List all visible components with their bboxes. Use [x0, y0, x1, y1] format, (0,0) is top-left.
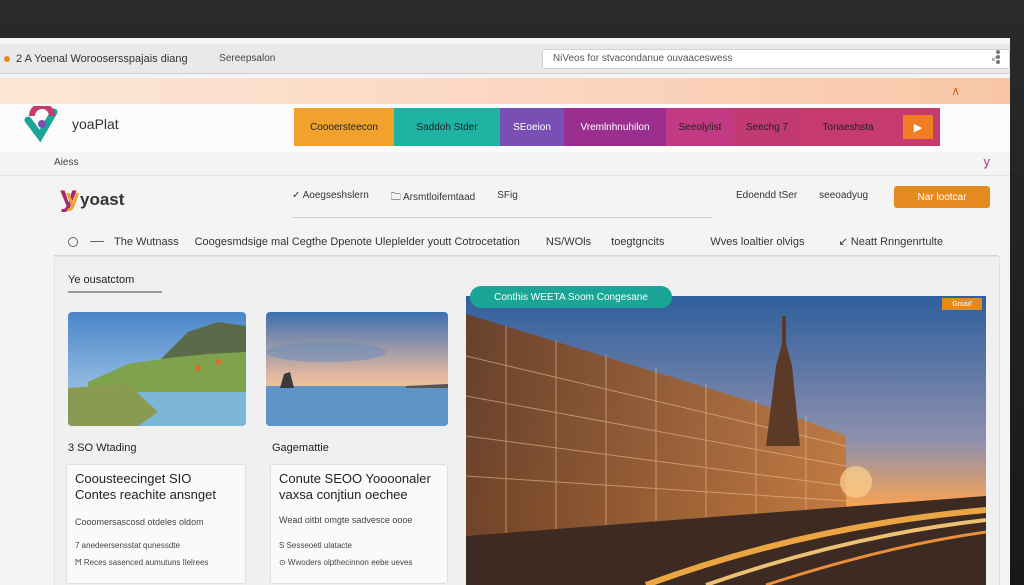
cta-button[interactable]: Nar lootcar: [894, 186, 990, 208]
card-heading: Coousteecinget SIO: [75, 471, 192, 486]
play-icon[interactable]: ▶: [903, 115, 933, 139]
card-heading: vaxsa conjtiun oechee: [279, 487, 408, 502]
nav-link[interactable]: ✓ Aoegseshslern: [292, 190, 369, 207]
card-title: 3 SO Wtading: [68, 442, 137, 454]
card-body[interactable]: Coousteecinget SIO Contes reachite ansng…: [66, 464, 246, 584]
kebab-menu-icon[interactable]: [996, 50, 1002, 64]
nav-item[interactable]: NS/WOls: [546, 236, 591, 248]
category-tab[interactable]: Vremlnhnuhilon: [564, 108, 666, 146]
nav-link[interactable]: Edoendd tSer: [736, 190, 797, 201]
card-title: Gagemattie: [272, 442, 329, 454]
secondary-nav: The Wutnass Coogesmdsige mal Cegthe Dpen…: [54, 228, 998, 256]
search-field-text: NiVeos for stvacondanue ouvaaceswess: [552, 53, 733, 64]
brand-logo-icon[interactable]: [22, 106, 60, 142]
sub-header-row: Aiess y: [0, 152, 1010, 176]
tab-title: 2 A Yoenal Woroosersspajais diang: [16, 52, 188, 65]
nav-link[interactable]: 🗀 Arsmtloifemtaad: [391, 190, 475, 207]
play-container: ▶: [896, 108, 940, 146]
card-line: Cooomersascosd otdeles oldom: [75, 517, 204, 527]
yoast-right-links: Edoendd tSer seeoadyug: [736, 190, 868, 201]
category-tab[interactable]: Saddoh Stder: [394, 108, 500, 146]
radio-icon[interactable]: [68, 236, 78, 247]
logo-text: yoast: [80, 190, 125, 209]
brand-name: yoaPlat: [72, 116, 119, 132]
brand-header: yoaPlat Coooersteecon Saddoh Stder SEoei…: [0, 104, 1010, 152]
card-meta: 7 anedeersensstat qunessdte: [75, 541, 180, 550]
caret-icon[interactable]: ∧: [951, 84, 960, 98]
card-heading: Contes reachite ansnget: [75, 487, 216, 502]
nav-link[interactable]: seeoadyug: [819, 190, 868, 201]
card-image-sunset[interactable]: [266, 312, 448, 426]
category-tab[interactable]: Tonaeshsta: [800, 108, 896, 146]
section-underline: [68, 291, 162, 293]
card-heading: Conute SEOO Yoooonaler: [279, 471, 431, 486]
yoast-nav: y y yoast ✓ Aoegseshslern 🗀 Arsmtloifemt…: [0, 176, 1010, 220]
top-banner-strip: ∧: [0, 78, 1010, 104]
nav-link[interactable]: SFig: [497, 190, 518, 207]
menu-dash-icon: [90, 241, 104, 242]
section-title: Ye ousatctom: [68, 274, 135, 286]
logo-y-icon: y: [66, 185, 80, 212]
nav-item[interactable]: ↙ Neatt Rnngenrtulte: [838, 235, 943, 248]
breadcrumb[interactable]: Aiess: [54, 157, 78, 168]
feature-badge[interactable]: Conthis WEETA Soom Congesane: [470, 286, 672, 308]
yoast-links: ✓ Aoegseshslern 🗀 Arsmtloifemtaad SFig: [292, 190, 712, 218]
browser-tab[interactable]: 2 A Yoenal Woroosersspajais diang: [0, 53, 199, 65]
nav-item[interactable]: Wves loaltier olvigs: [710, 236, 804, 248]
feature-tag[interactable]: Groarl: [942, 298, 982, 310]
browser-address-bar: 2 A Yoenal Woroosersspajais diang Sereep…: [0, 44, 1010, 74]
category-tab[interactable]: Seeolyiist: [666, 108, 734, 146]
browser-window: 2 A Yoenal Woroosersspajais diang Sereep…: [0, 38, 1010, 585]
card-image-coast[interactable]: [68, 312, 246, 426]
card-line: Wead oitbt omgte sadvesce oooe: [279, 515, 413, 525]
card-meta: Ϻ Reces sasenced aumutuns Ilelrees: [75, 558, 209, 567]
url-field[interactable]: Sereepsalon: [219, 53, 518, 64]
category-tab[interactable]: Seechg 7: [734, 108, 800, 146]
card-meta: Ѕ Sesseoetl ulatacte: [279, 541, 352, 550]
yoast-logo[interactable]: y y yoast: [60, 182, 140, 213]
nav-item[interactable]: The Wutnass: [114, 236, 179, 248]
search-field[interactable]: NiVeos for stvacondanue ouvaaceswess ↙: [541, 48, 1010, 69]
nav-item[interactable]: Coogesmdsige mal Cegthe Dpenote Ulepleld…: [195, 236, 520, 248]
card-body[interactable]: Conute SEOO Yoooonaler vaxsa conjtiun oe…: [270, 464, 448, 584]
category-bar: Coooersteecon Saddoh Stder SEoeion Vreml…: [294, 108, 940, 146]
nav-item[interactable]: toegtgncits: [611, 236, 664, 248]
dropdown-icon[interactable]: y: [984, 154, 991, 169]
tab-favicon-icon: [4, 55, 10, 62]
category-tab[interactable]: SEoeion: [500, 108, 564, 146]
category-tab[interactable]: Coooersteecon: [294, 108, 394, 146]
feature-image[interactable]: [466, 296, 986, 585]
card-meta: ⊙ Wwoders olpthecinnon eebe ueves: [279, 558, 413, 567]
